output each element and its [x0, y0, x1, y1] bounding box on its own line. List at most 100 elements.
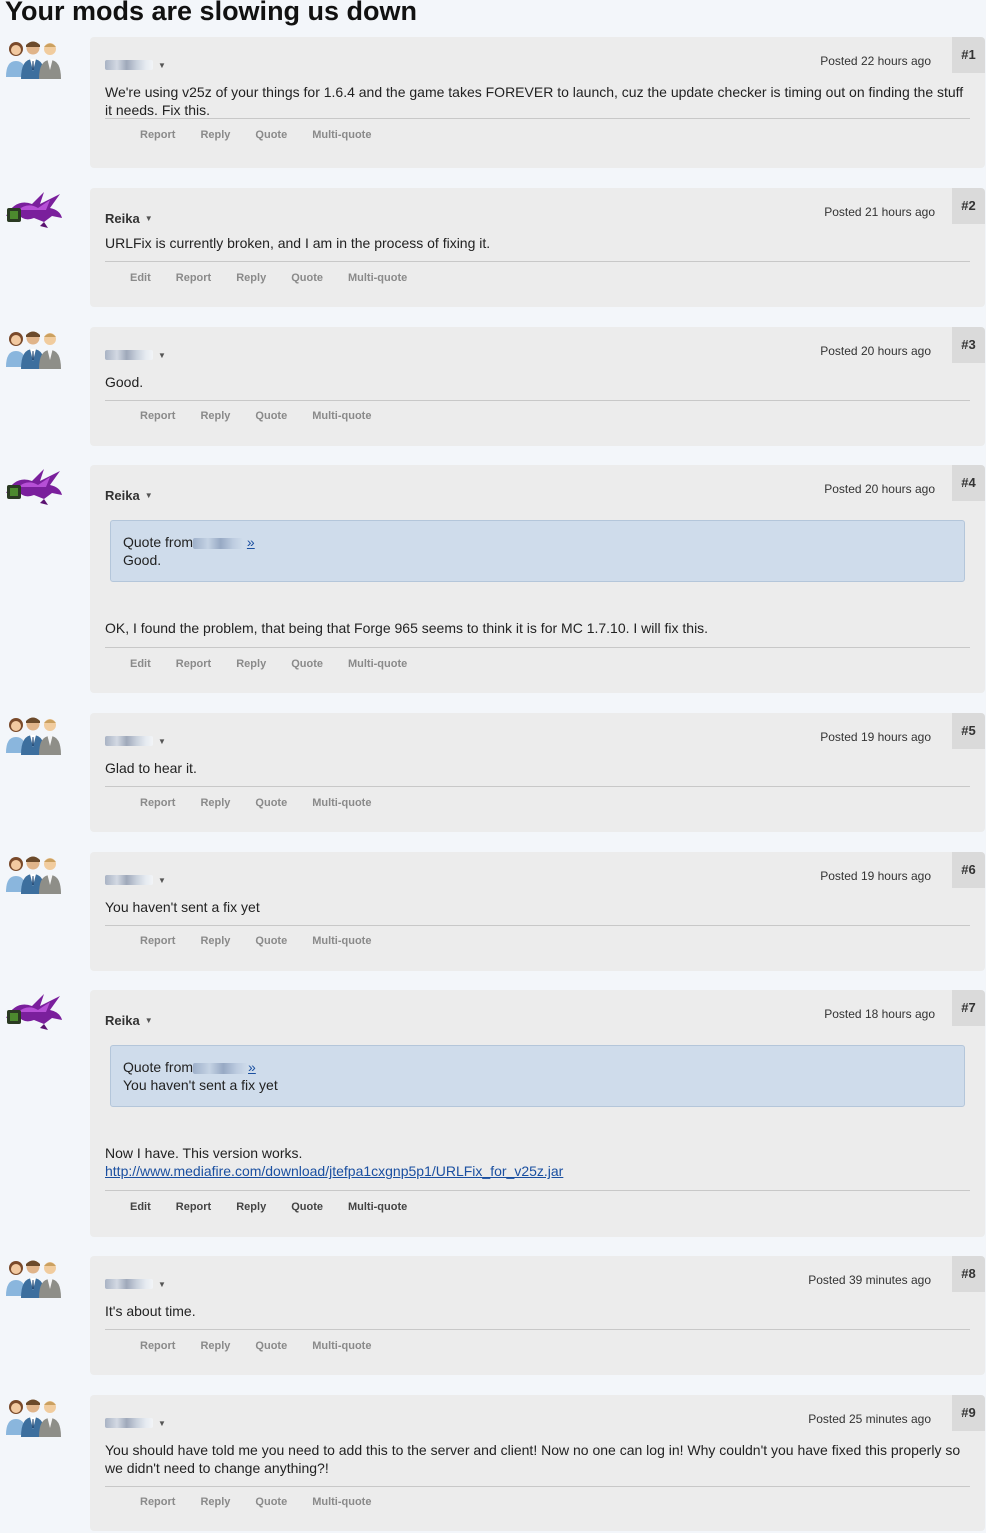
- post-number[interactable]: #7: [952, 990, 985, 1026]
- multi-quote-button[interactable]: Multi-quote: [312, 129, 371, 141]
- multi-quote-button[interactable]: Multi-quote: [348, 1201, 407, 1213]
- post-number[interactable]: #8: [952, 1256, 985, 1292]
- report-button[interactable]: Report: [140, 935, 175, 947]
- author-name[interactable]: Reika ▼: [105, 1013, 153, 1028]
- divider: [105, 647, 970, 648]
- multi-quote-button[interactable]: Multi-quote: [348, 658, 407, 670]
- author-name[interactable]: ▼: [105, 736, 166, 746]
- quote-button[interactable]: Quote: [255, 129, 287, 141]
- multi-quote-button[interactable]: Multi-quote: [312, 410, 371, 422]
- post-number[interactable]: #5: [952, 713, 985, 749]
- quote-button[interactable]: Quote: [255, 797, 287, 809]
- dragon-avatar[interactable]: [4, 465, 62, 507]
- post-box: #4 Reika ▼ Posted 20 hours ago Quote from…: [90, 465, 985, 693]
- caret-down-icon[interactable]: ▼: [158, 1419, 166, 1428]
- user-avatar[interactable]: [4, 852, 62, 894]
- caret-down-icon[interactable]: ▼: [158, 1280, 166, 1289]
- multi-quote-button[interactable]: Multi-quote: [312, 935, 371, 947]
- report-button[interactable]: Report: [140, 129, 175, 141]
- quote-button[interactable]: Quote: [255, 1496, 287, 1508]
- multi-quote-button[interactable]: Multi-quote: [312, 797, 371, 809]
- post-number[interactable]: #4: [952, 465, 985, 501]
- post-number[interactable]: #6: [952, 852, 985, 888]
- post-number[interactable]: #9: [952, 1395, 985, 1431]
- divider: [105, 1190, 970, 1191]
- edit-button[interactable]: Edit: [130, 272, 151, 284]
- quote-header: Quote from »: [123, 533, 952, 551]
- report-button[interactable]: Report: [140, 1340, 175, 1352]
- post-text-line: Now I have. This version works.: [105, 1145, 303, 1161]
- multi-quote-button[interactable]: Multi-quote: [312, 1496, 371, 1508]
- post-actions: Report Reply Quote Multi-quote: [140, 410, 396, 422]
- user-avatar[interactable]: [4, 37, 62, 79]
- report-button[interactable]: Report: [176, 658, 211, 670]
- caret-down-icon[interactable]: ▼: [158, 351, 166, 360]
- reply-button[interactable]: Reply: [200, 410, 230, 422]
- author-name[interactable]: ▼: [105, 875, 166, 885]
- user-avatar[interactable]: [4, 327, 62, 369]
- quote-button[interactable]: Quote: [255, 935, 287, 947]
- reply-button[interactable]: Reply: [200, 797, 230, 809]
- post-box: #2 Reika ▼ Posted 21 hours ago URLFix is …: [90, 188, 985, 307]
- reply-button[interactable]: Reply: [236, 1201, 266, 1213]
- post-timestamp: Posted 25 minutes ago: [808, 1412, 931, 1426]
- quote-button[interactable]: Quote: [291, 658, 323, 670]
- reply-button[interactable]: Reply: [236, 272, 266, 284]
- author-name[interactable]: ▼: [105, 1279, 166, 1289]
- quote-source-link[interactable]: »: [248, 1059, 256, 1075]
- reply-button[interactable]: Reply: [200, 935, 230, 947]
- dragon-avatar[interactable]: [4, 188, 62, 230]
- caret-down-icon[interactable]: ▼: [158, 737, 166, 746]
- user-avatar[interactable]: [4, 1256, 62, 1298]
- report-button[interactable]: Report: [140, 797, 175, 809]
- caret-down-icon[interactable]: ▼: [158, 61, 166, 70]
- post-actions: Edit Report Reply Quote Multi-quote: [130, 658, 432, 670]
- post-number[interactable]: #2: [952, 188, 985, 224]
- quote-button[interactable]: Quote: [291, 272, 323, 284]
- quote-block: Quote from » You haven't sent a fix yet: [110, 1045, 965, 1107]
- quote-button[interactable]: Quote: [255, 410, 287, 422]
- post-box: #3 ▼ Posted 20 hours ago Good. Report Re…: [90, 327, 985, 446]
- quote-source-link[interactable]: »: [247, 534, 255, 550]
- author-name[interactable]: Reika ▼: [105, 488, 153, 503]
- post-actions: Report Reply Quote Multi-quote: [140, 935, 396, 947]
- quote-block: Quote from » Good.: [110, 520, 965, 582]
- post-text: Glad to hear it.: [105, 760, 197, 776]
- multi-quote-button[interactable]: Multi-quote: [348, 272, 407, 284]
- divider: [105, 261, 970, 262]
- author-name[interactable]: ▼: [105, 350, 166, 360]
- reply-button[interactable]: Reply: [200, 129, 230, 141]
- dragon-avatar[interactable]: [4, 990, 62, 1032]
- quote-button[interactable]: Quote: [255, 1340, 287, 1352]
- report-button[interactable]: Report: [176, 272, 211, 284]
- author-name[interactable]: ▼: [105, 60, 166, 70]
- reply-button[interactable]: Reply: [236, 658, 266, 670]
- report-button[interactable]: Report: [176, 1201, 211, 1213]
- divider: [105, 786, 970, 787]
- caret-down-icon[interactable]: ▼: [158, 876, 166, 885]
- report-button[interactable]: Report: [140, 410, 175, 422]
- reply-button[interactable]: Reply: [200, 1496, 230, 1508]
- post-box: #1 ▼ Posted 22 hours ago We're using v25…: [90, 37, 985, 168]
- post-text: Good.: [105, 374, 144, 390]
- multi-quote-button[interactable]: Multi-quote: [312, 1340, 371, 1352]
- post-number[interactable]: #1: [952, 37, 985, 73]
- post-text: OK, I found the problem, that being that…: [105, 620, 709, 636]
- author-label[interactable]: Reika: [105, 211, 140, 226]
- caret-down-icon[interactable]: ▼: [145, 1016, 153, 1025]
- author-name[interactable]: ▼: [105, 1418, 166, 1428]
- caret-down-icon[interactable]: ▼: [145, 214, 153, 223]
- reply-button[interactable]: Reply: [200, 1340, 230, 1352]
- author-label[interactable]: Reika: [105, 488, 140, 503]
- edit-button[interactable]: Edit: [130, 1201, 151, 1213]
- user-avatar[interactable]: [4, 1395, 62, 1437]
- post-number[interactable]: #3: [952, 327, 985, 363]
- author-name[interactable]: Reika ▼: [105, 211, 153, 226]
- quote-button[interactable]: Quote: [291, 1201, 323, 1213]
- author-label[interactable]: Reika: [105, 1013, 140, 1028]
- user-avatar[interactable]: [4, 713, 62, 755]
- report-button[interactable]: Report: [140, 1496, 175, 1508]
- download-link[interactable]: http://www.mediafire.com/download/jtefpa…: [105, 1163, 563, 1179]
- caret-down-icon[interactable]: ▼: [145, 491, 153, 500]
- edit-button[interactable]: Edit: [130, 658, 151, 670]
